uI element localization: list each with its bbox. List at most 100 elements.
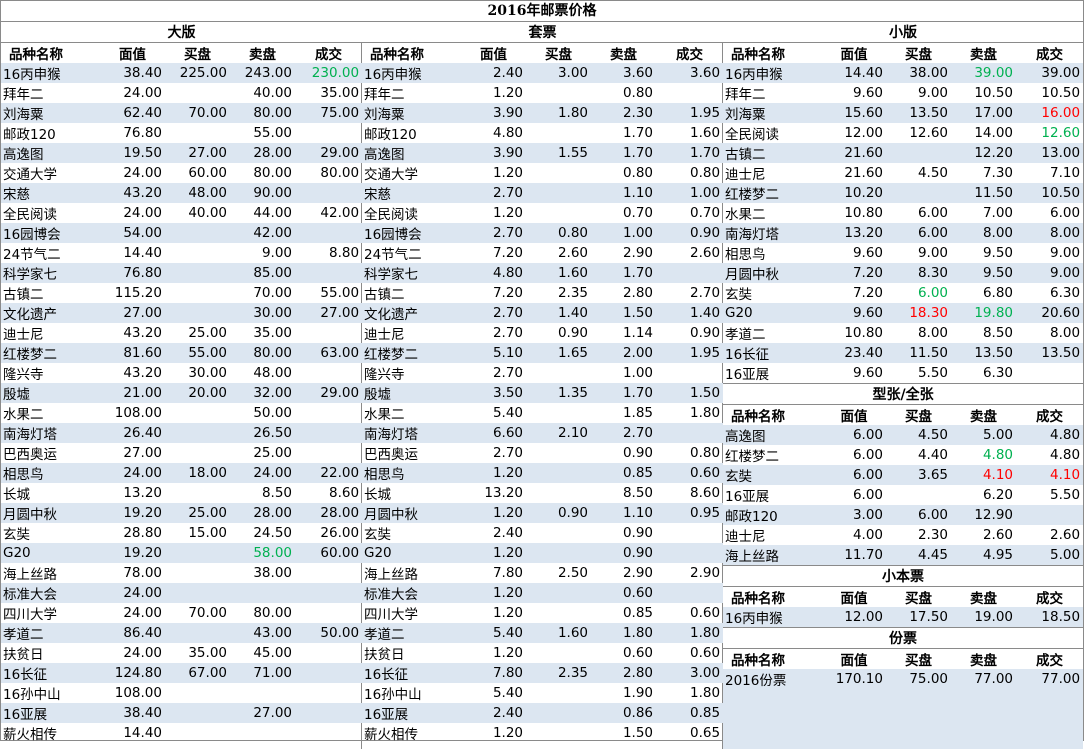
price-cell: 0.70 — [689, 205, 721, 221]
price-cell: 0.90 — [622, 445, 653, 461]
table-row: 孝道二 10.80 8.00 8.50 8.00 — [723, 323, 1083, 343]
price-cell: 6.00 — [1049, 205, 1081, 221]
stamp-name-cell: 月圆中秋 — [723, 263, 822, 283]
stamp-name-cell: 16长征 — [362, 663, 461, 683]
price-cell: 0.85 — [591, 463, 656, 483]
price-cell: 0.80 — [622, 85, 653, 101]
price-cell: 1.70 — [591, 143, 656, 163]
price-cell — [165, 423, 230, 443]
price-cell: 5.00 — [951, 425, 1016, 445]
price-cell: 38.40 — [100, 703, 165, 723]
price-cell: 13.50 — [1016, 343, 1084, 363]
price-cell: 55.00 — [320, 285, 360, 301]
price-cell: 2.90 — [622, 565, 653, 581]
price-cell: 2.40 — [492, 525, 523, 541]
stamp-name-cell: 16园博会 — [1, 223, 100, 243]
stamp-name-cell: 迪士尼 — [3, 327, 44, 343]
price-cell — [295, 723, 362, 743]
price-cell — [526, 123, 591, 143]
price-cell: 4.45 — [886, 545, 951, 566]
stamp-name-cell: 扶贫日 — [3, 647, 44, 663]
price-cell: 1.20 — [492, 605, 523, 621]
price-cell: 4.40 — [917, 447, 948, 463]
stamp-name-cell: 刘海粟 — [362, 103, 461, 123]
stamp-name-cell: 海上丝路 — [3, 567, 57, 583]
panel-daban: 大版 品种名称 面值 买盘 卖盘 成交 16丙申猴 38.40 225.00 243.00 230.… — [1, 22, 363, 749]
section-title-fenpiao: 份票 — [723, 627, 1084, 649]
price-cell: 1.20 — [461, 503, 526, 523]
price-cell: 2.40 — [461, 63, 526, 83]
stamp-name-cell: 玄奘 — [3, 527, 30, 543]
section-title-text: 型张/全张 — [723, 383, 1084, 405]
stamp-name-cell: 古镇二 — [364, 287, 405, 303]
price-cell: 10.80 — [844, 325, 883, 341]
price-cell: 28.00 — [230, 503, 295, 523]
column-header: 买盘 — [905, 653, 932, 669]
table-row: 文化遗产 27.00 30.00 27.00 — [1, 303, 363, 323]
price-cell: 0.95 — [656, 503, 724, 523]
stamp-name-cell: 邮政120 — [3, 127, 56, 143]
stamp-name-cell: 南海灯塔 — [362, 423, 461, 443]
price-cell: 71.00 — [230, 663, 295, 683]
price-cell: 3.90 — [461, 103, 526, 123]
price-cell: 14.40 — [123, 245, 162, 261]
stamp-name-cell: 红楼梦二 — [725, 449, 779, 465]
price-cell — [526, 443, 591, 463]
price-cell — [165, 483, 230, 503]
price-cell — [886, 183, 951, 203]
table-row: 南海灯塔 6.60 2.10 2.70 — [362, 423, 724, 443]
price-cell: 1.20 — [492, 85, 523, 101]
price-cell: 28.00 — [295, 503, 363, 523]
column-header: 卖盘 — [970, 47, 997, 63]
price-cell — [886, 143, 951, 163]
table-row: 巴西奥运 2.70 0.90 0.80 — [362, 443, 723, 463]
price-cell: 76.80 — [100, 263, 165, 283]
price-cell: 6.00 — [886, 223, 951, 243]
price-cell: 29.00 — [295, 383, 363, 403]
table-row: 月圆中秋 7.20 8.30 9.50 9.00 — [723, 263, 1084, 283]
price-cell — [295, 443, 362, 463]
price-cell: 8.60 — [689, 485, 721, 501]
price-cell: 80.00 — [230, 103, 295, 123]
price-cell: 7.00 — [982, 205, 1013, 221]
stamp-name-cell: G20 — [1, 543, 100, 563]
stamp-name-cell: G20 — [723, 303, 822, 323]
table-row: 南海灯塔 13.20 6.00 8.00 8.00 — [723, 223, 1084, 243]
price-cell: 8.80 — [328, 245, 360, 261]
table-row: 全民阅读 1.20 0.70 0.70 — [362, 203, 723, 223]
table-row: 高逸图 19.50 27.00 28.00 29.00 — [1, 143, 363, 163]
column-header: 品种名称 — [731, 591, 785, 607]
price-cell — [295, 223, 363, 243]
price-cell: 124.80 — [100, 663, 165, 683]
price-cell: 70.00 — [253, 285, 292, 301]
stamp-name-cell: 宋慈 — [362, 183, 461, 203]
stamp-name-cell: 文化遗产 — [1, 303, 100, 323]
stamp-name-cell: 宋慈 — [1, 183, 100, 203]
price-cell: 39.00 — [951, 63, 1016, 83]
table-row: 水果二 108.00 50.00 — [1, 403, 362, 423]
header-row: 品种名称 面值 买盘 卖盘 成交 — [723, 587, 1083, 607]
price-cell: 67.00 — [165, 663, 230, 683]
price-cell: 7.10 — [1049, 165, 1081, 181]
table-row: 标准大会 1.20 0.60 — [362, 583, 724, 603]
column-header: 面值 — [480, 47, 507, 63]
section-title-tao: 套票 — [362, 22, 724, 43]
price-cell: 4.80 — [461, 263, 526, 283]
price-cell: 170.10 — [822, 669, 886, 689]
price-cell — [526, 483, 591, 503]
stamp-name-cell: 科学家七 — [362, 263, 461, 283]
column-header: 买盘 — [905, 591, 932, 607]
column-header: 成交 — [676, 47, 704, 63]
price-cell: 19.00 — [951, 607, 1016, 628]
price-cell: 2.35 — [557, 285, 588, 301]
price-cell: 28.00 — [230, 143, 295, 163]
price-cell — [886, 485, 951, 505]
stamp-name-cell: 四川大学 — [364, 607, 418, 623]
panel-taopiao: 套票 品种名称 面值 买盘 卖盘 成交 16丙申猴 2.40 3.00 3.60 3.60 拜年二 1.… — [362, 22, 724, 749]
price-cell: 1.70 — [622, 125, 653, 141]
price-cell: 12.90 — [951, 505, 1016, 525]
price-cell: 1.14 — [622, 325, 653, 341]
price-cell: 17.00 — [951, 103, 1016, 123]
price-cell: 1.60 — [526, 623, 591, 643]
price-cell — [165, 723, 230, 743]
